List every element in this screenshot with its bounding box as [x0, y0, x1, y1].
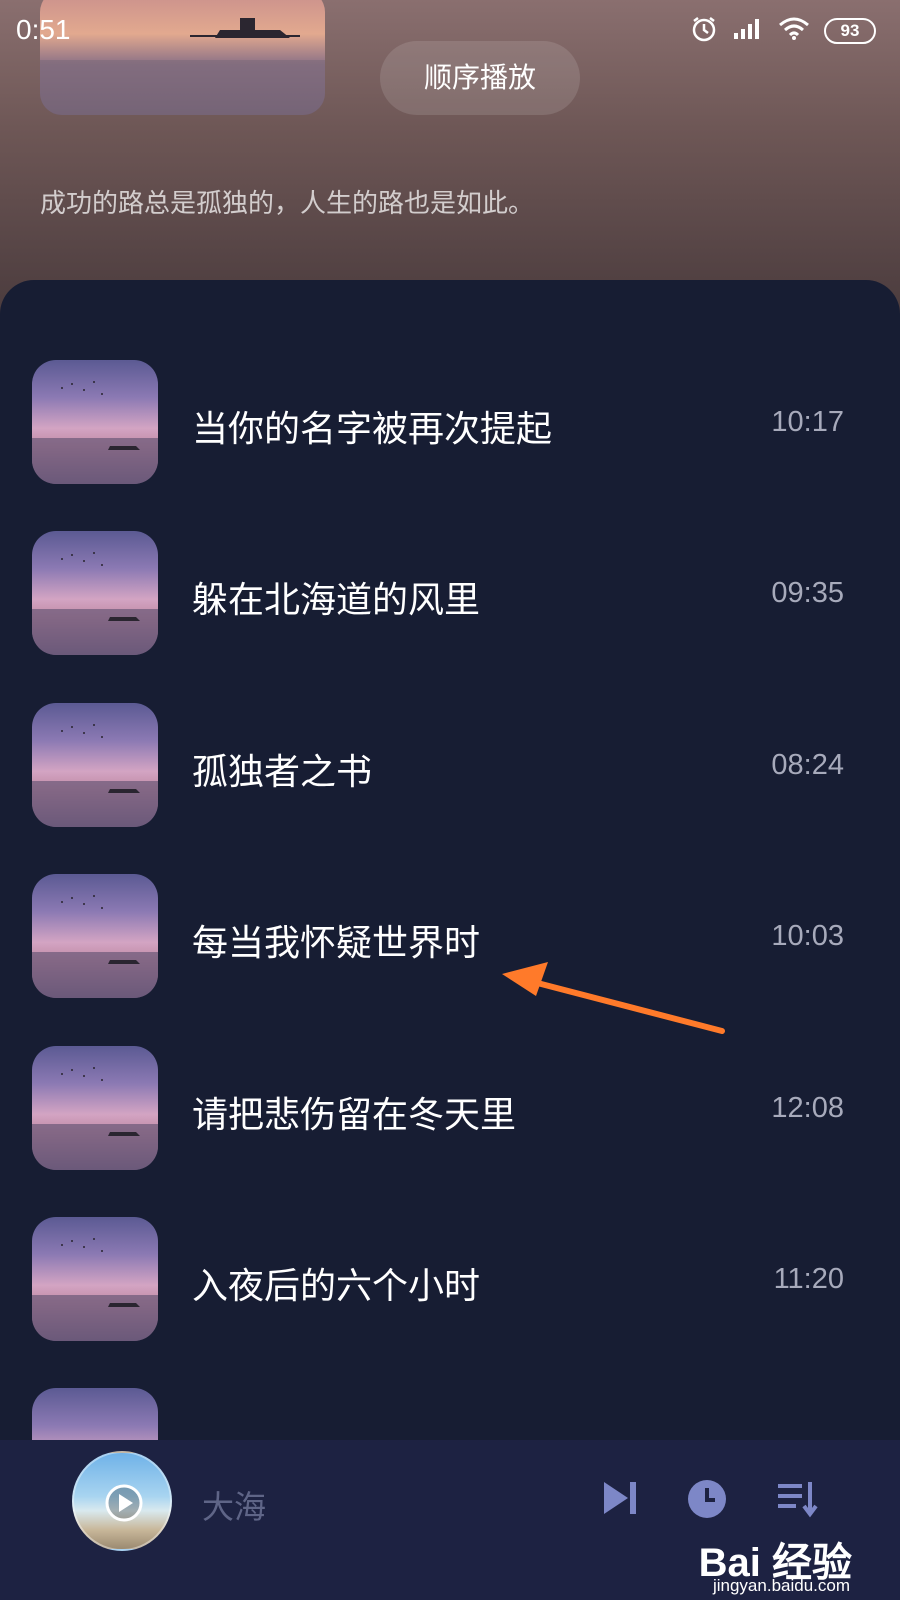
song-title: 入夜后的六个小时: [192, 1266, 481, 1307]
song-thumbnail: [32, 1217, 158, 1341]
song-duration: 11:20: [773, 1263, 844, 1295]
song-row[interactable]: 躲在北海道的风里 09:35: [0, 531, 900, 655]
song-title: 躲在北海道的风里: [192, 580, 481, 621]
status-time: 0:51: [16, 14, 71, 45]
now-playing-cover[interactable]: [72, 1451, 172, 1551]
status-icons: 93: [690, 16, 876, 46]
song-row-partial[interactable]: [0, 1388, 900, 1440]
play-order-button[interactable]: 顺序播放: [380, 41, 580, 115]
song-thumbnail: [32, 1046, 158, 1170]
song-thumbnail: [32, 1388, 158, 1440]
song-title: 请把悲伤留在冬天里: [192, 1095, 517, 1136]
skip-next-icon[interactable]: [600, 1478, 640, 1522]
wifi-icon: [778, 17, 810, 45]
song-row[interactable]: 入夜后的六个小时 11:20: [0, 1217, 900, 1341]
now-playing-title: 大海: [202, 1488, 267, 1526]
song-list-panel[interactable]: 当你的名字被再次提起 10:17 躲在北海道的风里 09:35 孤独者之书 08…: [0, 280, 900, 1440]
signal-icon: [732, 17, 764, 45]
battery-icon: 93: [824, 18, 876, 44]
song-row[interactable]: 每当我怀疑世界时 10:03: [0, 874, 900, 998]
song-thumbnail: [32, 360, 158, 484]
song-duration: 09:35: [771, 577, 844, 609]
song-title: 当你的名字被再次提起: [192, 409, 553, 450]
timer-icon[interactable]: [686, 1478, 728, 1524]
song-title: 每当我怀疑世界时: [192, 923, 481, 964]
song-thumbnail: [32, 531, 158, 655]
song-duration: 12:08: [771, 1092, 844, 1124]
watermark-url: jingyan.baidu.com: [712, 1576, 850, 1595]
song-duration: 10:03: [771, 920, 844, 952]
song-row[interactable]: 当你的名字被再次提起 10:17: [0, 360, 900, 484]
song-row[interactable]: 请把悲伤留在冬天里 12:08: [0, 1046, 900, 1170]
song-title: 孤独者之书: [192, 752, 373, 793]
playlist-icon[interactable]: [776, 1478, 820, 1524]
alarm-icon: [690, 15, 718, 47]
playlist-description: 成功的路总是孤独的，人生的路也是如此。: [40, 189, 535, 219]
song-thumbnail: [32, 703, 158, 827]
song-thumbnail: [32, 874, 158, 998]
song-duration: 08:24: [771, 749, 844, 781]
song-row[interactable]: 孤独者之书 08:24: [0, 703, 900, 827]
song-duration: 10:17: [771, 406, 844, 438]
